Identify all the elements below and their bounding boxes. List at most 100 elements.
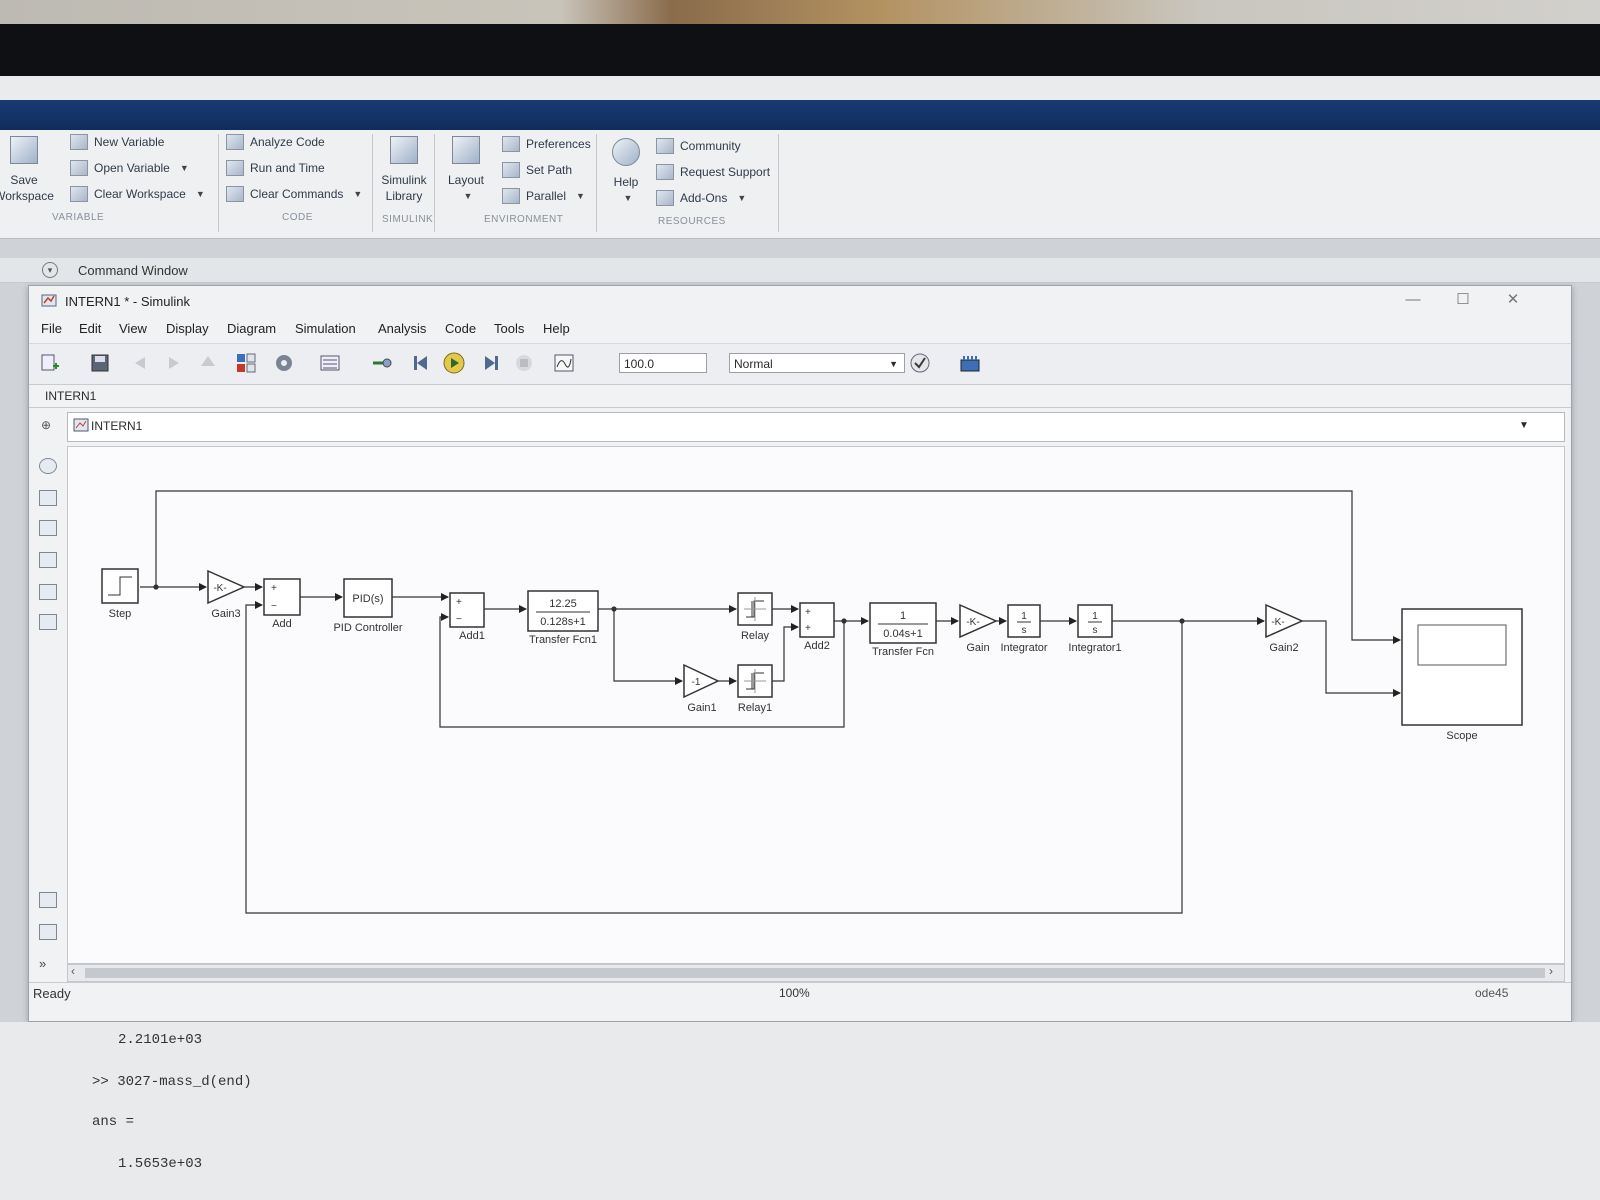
- build-model-icon[interactable]: [959, 352, 981, 374]
- menu-edit[interactable]: Edit: [79, 321, 101, 336]
- block-add1[interactable]: + − Add1: [449, 592, 485, 642]
- block-step[interactable]: Step: [101, 568, 139, 620]
- block-add2[interactable]: + + Add2: [799, 602, 835, 652]
- back-arrow-icon[interactable]: [129, 352, 151, 374]
- gear-icon[interactable]: [273, 352, 295, 374]
- block-label: Scope: [1446, 730, 1477, 742]
- stop-time-input[interactable]: 100.0: [619, 353, 707, 373]
- chevron-down-icon[interactable]: ▼: [1519, 420, 1529, 431]
- clear-workspace-button[interactable]: Clear Workspace ▼: [70, 186, 205, 202]
- block-gain3[interactable]: -K- Gain3: [207, 569, 246, 620]
- scrollbar-thumb[interactable]: [85, 968, 1545, 978]
- fit-to-view-icon[interactable]: [39, 490, 57, 506]
- block-relay[interactable]: Relay: [737, 592, 773, 642]
- output-line: ans =: [92, 1114, 135, 1130]
- arrow-direction-icon[interactable]: [39, 520, 57, 536]
- library-browser-icon[interactable]: [235, 352, 257, 374]
- tab-intern1[interactable]: INTERN1: [45, 389, 96, 403]
- model-canvas[interactable]: Step -K- Gain3 + − Add PID(s) PID Contro…: [67, 446, 1565, 964]
- forward-arrow-icon[interactable]: [163, 352, 185, 374]
- area-icon[interactable]: [39, 614, 57, 630]
- int-numerator: 1: [1021, 611, 1027, 622]
- zoom-icon[interactable]: [39, 458, 57, 474]
- sign-minus: −: [456, 614, 462, 625]
- window-title: INTERN1 * - Simulink: [65, 294, 190, 309]
- clear-commands-icon: [226, 186, 244, 202]
- run-icon[interactable]: [443, 352, 465, 374]
- menu-tools[interactable]: Tools: [494, 321, 524, 336]
- step-back-icon[interactable]: [411, 352, 433, 374]
- menu-view[interactable]: View: [119, 321, 147, 336]
- model-explorer-icon[interactable]: [319, 352, 341, 374]
- data-inspector-icon[interactable]: [553, 352, 575, 374]
- help-button[interactable]: Help ▼: [606, 138, 646, 206]
- expand-palette-icon[interactable]: »: [39, 956, 46, 971]
- simulation-mode-select[interactable]: Normal ▼: [729, 353, 905, 373]
- scroll-right-icon[interactable]: ›: [1549, 964, 1553, 978]
- matlab-ribbon: Save Workspace New Variable Open Variabl…: [0, 130, 1600, 239]
- command-window-menu-icon[interactable]: ▾: [42, 262, 58, 278]
- new-model-icon[interactable]: [39, 352, 61, 374]
- block-integrator1[interactable]: 1 s Integrator1: [1068, 604, 1122, 654]
- signal-logging-icon[interactable]: [371, 352, 393, 374]
- menu-display[interactable]: Display: [166, 321, 209, 336]
- minimize-button[interactable]: —: [1399, 290, 1427, 310]
- signal-line[interactable]: [772, 623, 799, 682]
- add-ons-button[interactable]: Add-Ons ▼: [656, 190, 746, 206]
- block-integrator[interactable]: 1 s Integrator: [1000, 604, 1048, 654]
- layout-button[interactable]: Layout ▼: [440, 136, 492, 204]
- property-inspector-icon[interactable]: [39, 924, 57, 940]
- sign-plus: +: [805, 607, 811, 618]
- menu-file[interactable]: File: [41, 321, 62, 336]
- parallel-button[interactable]: Parallel ▼: [502, 188, 585, 204]
- community-button[interactable]: Community: [656, 138, 741, 154]
- request-support-button[interactable]: Request Support: [656, 164, 770, 180]
- screenshot-icon[interactable]: [39, 892, 57, 908]
- model-advisor-icon[interactable]: [909, 352, 931, 374]
- gain-value: -K-: [966, 617, 979, 628]
- block-transfer-fcn1[interactable]: 12.25 0.128s+1 Transfer Fcn1: [527, 590, 599, 646]
- new-variable-button[interactable]: New Variable: [70, 134, 164, 150]
- menu-code[interactable]: Code: [445, 321, 476, 336]
- annotation-icon[interactable]: [39, 552, 57, 568]
- block-label: Gain2: [1269, 642, 1298, 654]
- save-icon[interactable]: [89, 352, 111, 374]
- up-arrow-icon[interactable]: [197, 352, 219, 374]
- block-scope[interactable]: Scope: [1401, 608, 1523, 742]
- clear-commands-button[interactable]: Clear Commands ▼: [226, 186, 362, 202]
- hide-explorer-icon[interactable]: ⊕: [41, 418, 51, 432]
- block-relay1[interactable]: Relay1: [737, 664, 773, 714]
- maximize-button[interactable]: ☐: [1449, 290, 1477, 310]
- preferences-button[interactable]: Preferences: [502, 136, 591, 152]
- simulink-library-button[interactable]: Simulink Library: [376, 136, 432, 204]
- image-icon[interactable]: [39, 584, 57, 600]
- chevron-down-icon: ▼: [179, 163, 189, 173]
- menu-diagram[interactable]: Diagram: [227, 321, 276, 336]
- step-forward-icon[interactable]: [479, 352, 501, 374]
- close-button[interactable]: ✕: [1499, 290, 1527, 310]
- breadcrumb-item-intern1[interactable]: INTERN1: [91, 419, 142, 433]
- block-add[interactable]: + − Add: [263, 578, 301, 630]
- signal-line[interactable]: [613, 609, 683, 685]
- ribbon-separator: [218, 134, 219, 232]
- open-variable-button[interactable]: Open Variable ▼: [70, 160, 189, 176]
- menu-analysis[interactable]: Analysis: [378, 321, 426, 336]
- menu-simulation[interactable]: Simulation: [295, 321, 356, 336]
- signal-line[interactable]: [155, 490, 1401, 644]
- block-gain[interactable]: -K- Gain: [959, 603, 998, 654]
- analyze-code-button[interactable]: Analyze Code: [226, 134, 325, 150]
- block-gain1[interactable]: -1 Gain1: [683, 663, 720, 714]
- menu-help[interactable]: Help: [543, 321, 570, 336]
- save-workspace-button[interactable]: Save Workspace: [0, 136, 56, 204]
- solver-name[interactable]: ode45: [1475, 986, 1508, 1000]
- block-pid-controller[interactable]: PID(s) PID Controller: [333, 578, 403, 634]
- block-gain2[interactable]: -K- Gain2: [1265, 603, 1304, 654]
- stop-icon[interactable]: [513, 352, 535, 374]
- block-transfer-fcn[interactable]: 1 0.04s+1 Transfer Fcn: [869, 602, 937, 658]
- command-window-output[interactable]: 2.2101e+03 >> 3027-mass_d(end) ans = 1.5…: [0, 1022, 1600, 1200]
- set-path-button[interactable]: Set Path: [502, 162, 572, 178]
- scroll-left-icon[interactable]: ‹: [71, 964, 75, 978]
- run-and-time-button[interactable]: Run and Time: [226, 160, 325, 176]
- signal-line[interactable]: [1302, 620, 1401, 697]
- int-denominator: s: [1093, 625, 1098, 636]
